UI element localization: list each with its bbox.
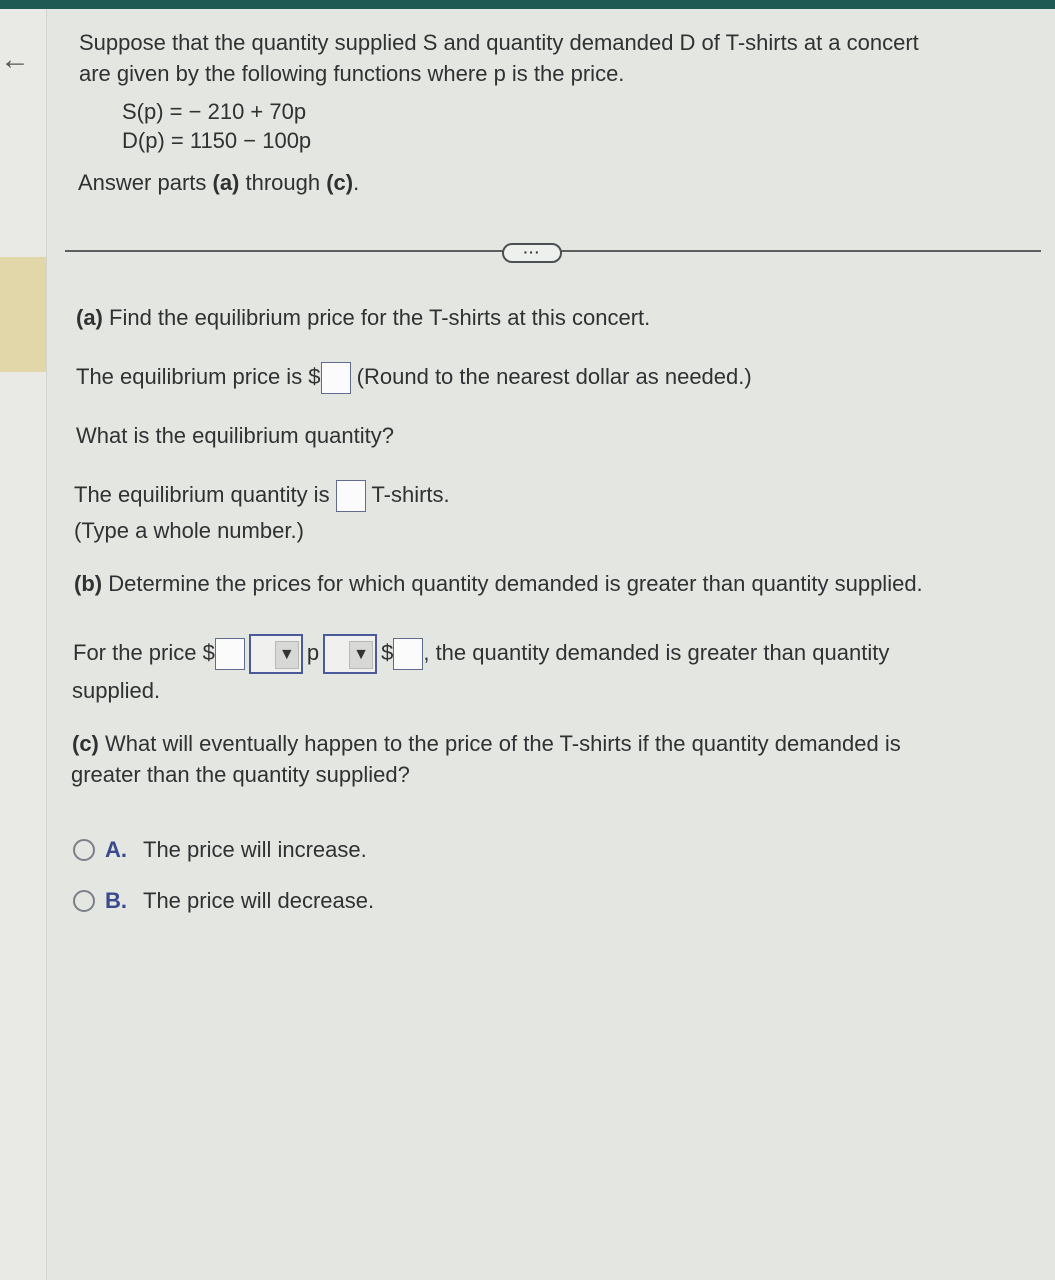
dropdown-arrow-icon[interactable]: ▼: [349, 641, 374, 669]
range-suffix: , the quantity demanded is greater than …: [423, 639, 890, 665]
part-c-question-2: greater than the quantity supplied?: [71, 762, 410, 787]
part-b-text: Determine the prices for which quantity …: [102, 571, 923, 596]
more-button[interactable]: ···: [502, 243, 562, 263]
quantity-suffix: T-shirts.: [371, 482, 450, 507]
part-a-label: (a): [76, 305, 103, 330]
back-arrow-icon[interactable]: ←: [0, 45, 30, 75]
price-variable: p: [306, 639, 320, 665]
option-b-letter: B.: [105, 888, 127, 913]
quantity-line: The equilibrium quantity is T-shirts.: [74, 480, 450, 513]
option-a-letter: A.: [105, 837, 127, 862]
intro-line-2: are given by the following functions whe…: [79, 61, 625, 86]
lower-price-input[interactable]: [214, 638, 245, 670]
top-bar: [0, 0, 1055, 9]
radio-button-icon[interactable]: [73, 890, 95, 912]
part-c-text: What will eventually happen to the price…: [98, 731, 901, 756]
inequality-dropdown-1[interactable]: ▼: [248, 634, 303, 674]
left-sidebar: [0, 9, 47, 1280]
price-range-line: For the price $ ▼ p ▼ $ , the quantity demand…: [73, 634, 889, 674]
equilibrium-quantity-input[interactable]: [335, 480, 366, 513]
range-prefix: For the price $: [73, 639, 215, 665]
instr-c: (c): [326, 170, 354, 195]
dropdown-arrow-icon[interactable]: ▼: [274, 641, 299, 669]
dollar-sign: $: [381, 639, 394, 665]
supply-equation: S(p) = − 210 + 70p: [122, 99, 307, 124]
part-a-text: Find the equilibrium price for the T-shi…: [102, 305, 651, 330]
price-line: The equilibrium price is $ (Round to the…: [76, 362, 752, 395]
quantity-prefix: The equilibrium quantity is: [74, 482, 330, 507]
instr-end: .: [353, 170, 360, 195]
option-a-text: The price will increase.: [143, 837, 367, 862]
option-a[interactable]: A. The price will increase.: [73, 835, 367, 865]
instr-a: (a): [212, 170, 240, 195]
equilibrium-price-input[interactable]: [320, 362, 351, 395]
demand-equation: D(p) = 1150 − 100p: [122, 128, 312, 153]
price-hint: (Round to the nearest dollar as needed.): [356, 364, 752, 389]
sidebar-highlight: [0, 257, 46, 372]
part-a-question: (a) Find the equilibrium price for the T…: [76, 303, 650, 333]
upper-price-input[interactable]: [393, 638, 424, 670]
part-c-question: (c) What will eventually happen to the p…: [72, 729, 901, 759]
option-b-text: The price will decrease.: [143, 888, 375, 913]
part-b-question: (b) Determine the prices for which quant…: [74, 569, 923, 599]
range-suffix-2: supplied.: [72, 678, 161, 703]
part-b-label: (b): [74, 571, 103, 596]
price-prefix: The equilibrium price is $: [76, 364, 321, 389]
instructions: Answer parts (a) through (c).: [78, 168, 359, 198]
inequality-dropdown-2[interactable]: ▼: [323, 634, 378, 674]
radio-button-icon[interactable]: [73, 839, 95, 861]
part-c-label: (c): [72, 731, 99, 756]
option-b[interactable]: B. The price will decrease.: [73, 886, 374, 916]
instr-pre: Answer parts: [78, 170, 213, 195]
instr-mid: through: [239, 170, 327, 195]
intro-line-1: Suppose that the quantity supplied S and…: [79, 30, 919, 55]
quantity-question: What is the equilibrium quantity?: [76, 423, 394, 448]
quantity-hint: (Type a whole number.): [74, 518, 304, 543]
